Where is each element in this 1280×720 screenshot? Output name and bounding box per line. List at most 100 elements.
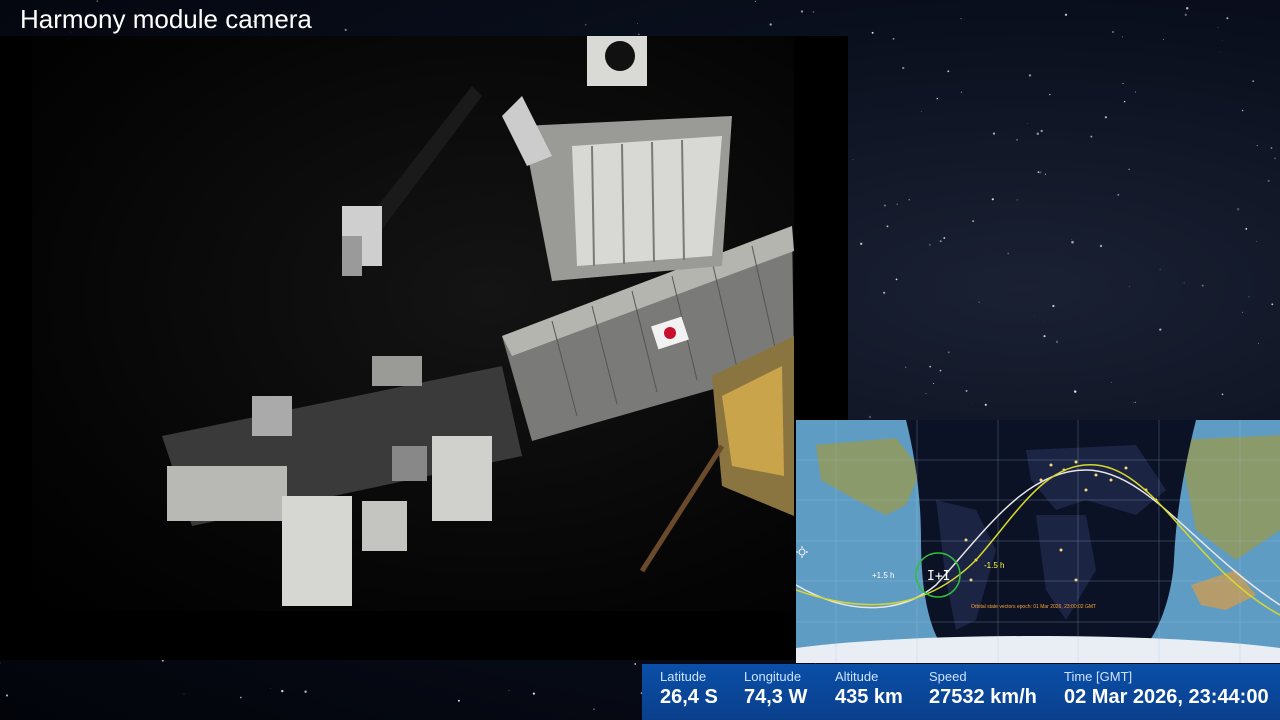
star <box>883 291 886 294</box>
star <box>978 301 980 303</box>
star <box>1133 402 1135 403</box>
star <box>1104 116 1108 119</box>
star <box>532 692 536 695</box>
star <box>868 415 872 419</box>
future-label: -1.5 h <box>984 561 1004 570</box>
star <box>1226 17 1229 20</box>
iss-tracker-map[interactable]: I+I +1.5 h -1.5 h Orbital state vectors … <box>796 420 1280 663</box>
star <box>1267 179 1270 183</box>
exposed-facility <box>162 356 522 606</box>
star <box>939 240 942 243</box>
star <box>965 389 968 392</box>
star <box>1016 199 1018 201</box>
star <box>1071 240 1074 244</box>
star <box>1159 328 1162 331</box>
star <box>593 708 595 710</box>
latitude-block: Latitude 26,4 S <box>660 669 718 709</box>
star <box>96 0 99 2</box>
star <box>886 225 889 228</box>
star <box>638 33 640 36</box>
star <box>1159 268 1161 271</box>
star <box>183 693 185 695</box>
time-label: Time [GMT] <box>1064 669 1133 684</box>
star <box>943 237 946 239</box>
star <box>1217 27 1219 29</box>
iss-marker-icon: I+I <box>927 569 950 584</box>
star <box>1184 13 1188 16</box>
star <box>1071 238 1072 240</box>
star <box>1117 193 1120 196</box>
telemetry-bar: Latitude 26,4 S Longitude 74,3 W Altitud… <box>642 664 1280 720</box>
star <box>883 204 886 207</box>
star <box>1258 342 1259 344</box>
past-label: +1.5 h <box>872 571 894 580</box>
star <box>1044 173 1047 175</box>
star <box>1220 51 1222 53</box>
star <box>1221 40 1223 41</box>
star <box>1256 145 1258 147</box>
star <box>304 690 307 693</box>
star <box>1134 401 1136 403</box>
star <box>1162 38 1165 41</box>
star <box>754 0 757 3</box>
star <box>1049 93 1051 96</box>
star <box>1016 139 1018 141</box>
star <box>892 37 895 40</box>
star <box>1221 393 1224 396</box>
star <box>1135 91 1136 93</box>
star <box>281 689 284 693</box>
star <box>239 696 242 699</box>
star <box>1271 303 1274 306</box>
star <box>5 694 9 697</box>
star <box>1236 207 1240 211</box>
star <box>1128 168 1130 170</box>
time-block: Time [GMT] 02 Mar 2026, 23:44:00 <box>1064 669 1269 709</box>
page-title: Harmony module camera <box>20 4 312 34</box>
star <box>984 403 987 406</box>
star <box>1252 80 1255 82</box>
star <box>860 242 863 245</box>
star <box>991 198 994 201</box>
star <box>1040 129 1043 133</box>
star <box>1007 252 1010 255</box>
iss-camera-image <box>162 36 794 606</box>
star <box>1274 157 1276 160</box>
star <box>960 91 962 93</box>
star <box>508 689 510 691</box>
world-map: I+I +1.5 h -1.5 h Orbital state vectors … <box>796 420 1280 663</box>
star <box>929 365 932 368</box>
star <box>457 699 460 702</box>
star <box>1245 228 1248 230</box>
star <box>1256 240 1258 242</box>
star <box>1128 286 1130 288</box>
star <box>344 28 347 31</box>
star <box>1241 109 1244 112</box>
star <box>1099 244 1103 248</box>
star <box>1073 390 1077 393</box>
star <box>1028 74 1032 77</box>
star <box>1248 296 1250 298</box>
star <box>972 220 974 222</box>
star <box>947 351 950 354</box>
star <box>896 203 898 205</box>
star <box>1039 171 1042 174</box>
speed-label: Speed <box>929 669 967 684</box>
star <box>1122 82 1124 85</box>
star <box>947 70 950 73</box>
star <box>908 199 910 201</box>
latitude-value: 26,4 S <box>660 686 718 708</box>
star <box>928 243 932 247</box>
star <box>800 10 804 13</box>
robotic-arm <box>342 86 482 276</box>
star <box>1052 304 1055 308</box>
star <box>1185 6 1189 10</box>
camera-feed[interactable] <box>32 36 794 611</box>
star <box>1123 100 1126 103</box>
star <box>1270 147 1273 149</box>
star <box>1036 132 1040 135</box>
star <box>1037 171 1040 173</box>
altitude-block: Altitude 435 km <box>835 669 903 709</box>
latitude-label: Latitude <box>660 669 707 684</box>
star <box>1027 123 1028 124</box>
star <box>1090 135 1093 138</box>
